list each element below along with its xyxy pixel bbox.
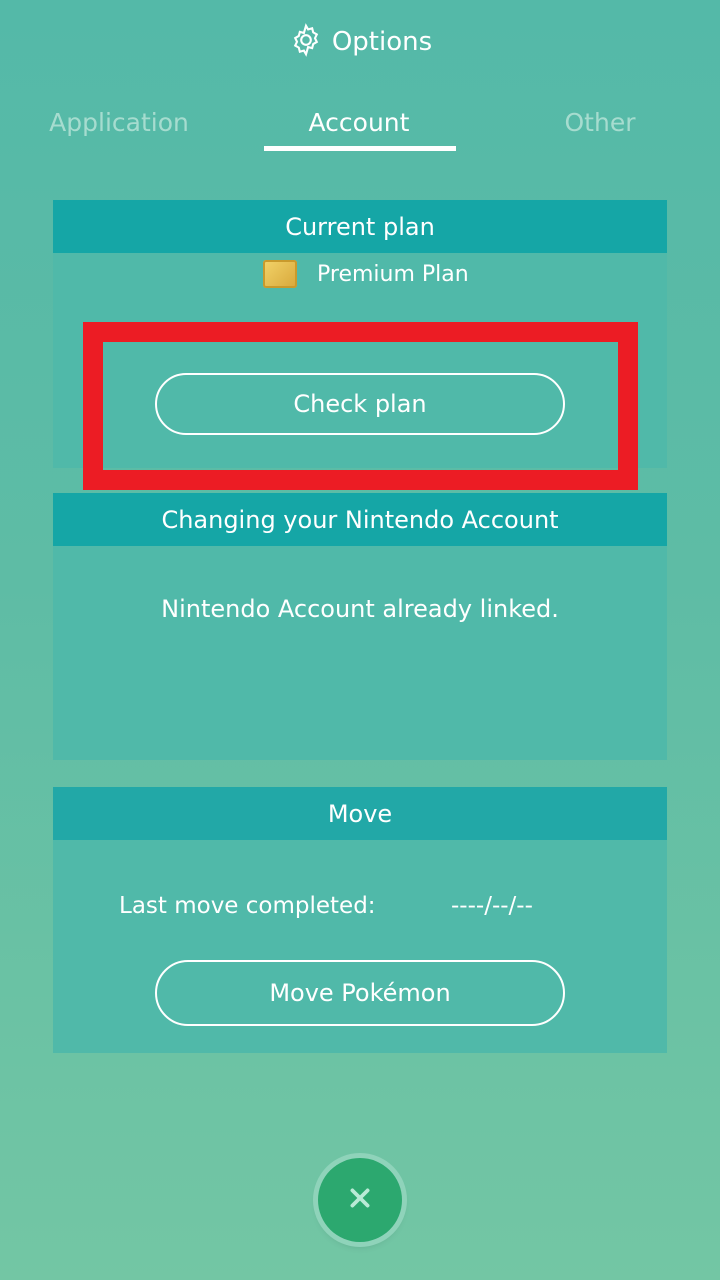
page-title: Options [331,27,433,57]
check-plan-button[interactable]: Check plan [155,373,565,435]
nintendo-account-panel: Changing your Nintendo Account Nintendo … [53,493,667,760]
current-plan-heading: Current plan [53,200,667,253]
move-pokemon-button[interactable]: Move Pokémon [155,960,565,1026]
options-tabs: Application Account Other [0,100,720,154]
nintendo-account-heading: Changing your Nintendo Account [53,493,667,546]
plan-name: Premium Plan [317,261,469,287]
plan-row: Premium Plan [263,260,469,288]
tab-other[interactable]: Other [505,108,695,137]
tab-account[interactable]: Account [264,108,454,137]
move-panel: Move Last move completed: ----/--/-- Mov… [53,787,667,1053]
active-tab-indicator [264,146,456,151]
last-move-value: ----/--/-- [451,893,533,919]
move-heading: Move [53,787,667,840]
options-header: Options [0,18,720,66]
close-button[interactable] [318,1158,402,1242]
tab-application[interactable]: Application [24,108,214,137]
current-plan-panel: Current plan Premium Plan Check plan [53,200,667,468]
gear-icon [288,22,324,62]
last-move-label: Last move completed: [119,893,376,919]
account-status-text: Nintendo Account already linked. [161,595,559,623]
close-icon [347,1185,373,1215]
premium-plan-icon [263,260,297,288]
